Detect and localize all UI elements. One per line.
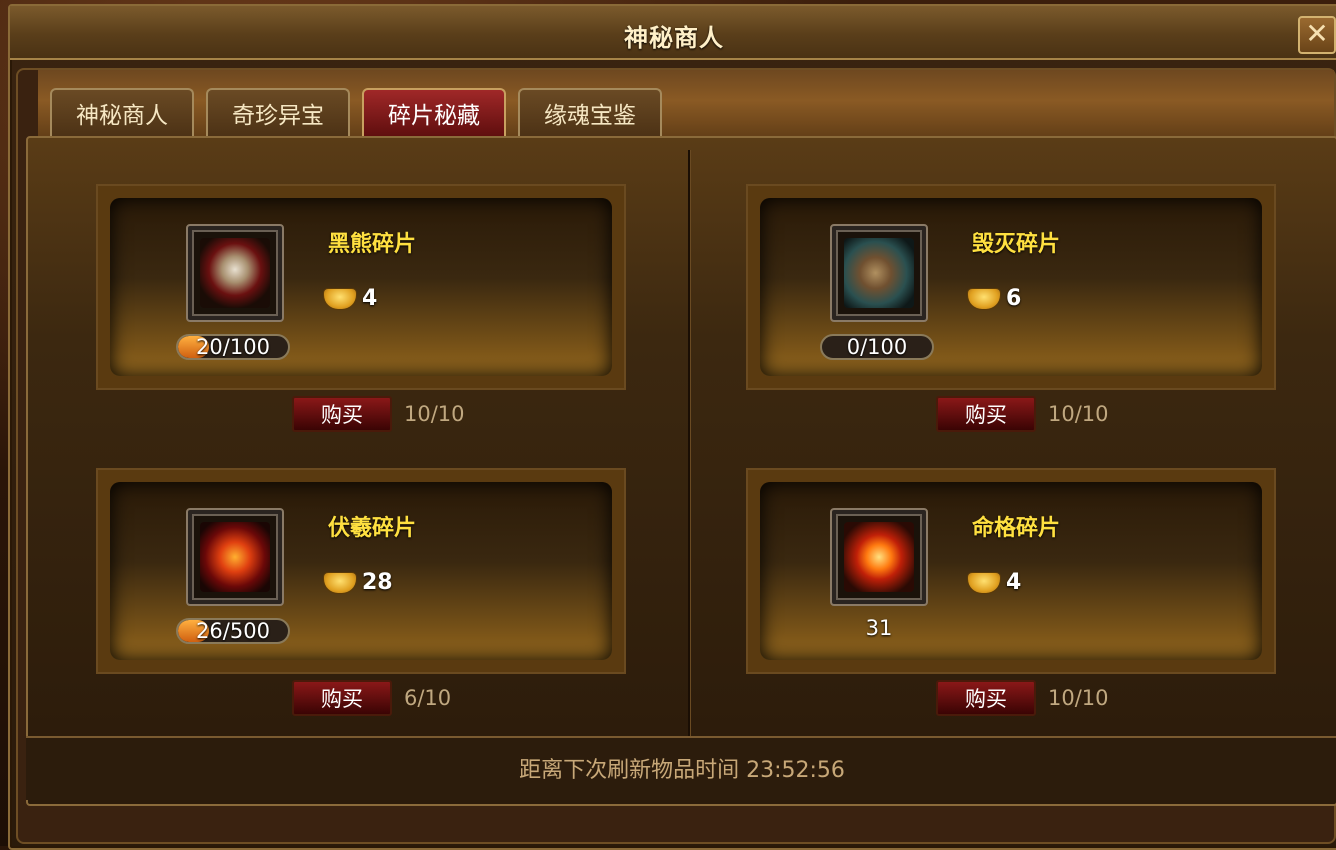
item-name: 命格碎片 bbox=[972, 516, 1061, 541]
item-slot[interactable] bbox=[186, 508, 284, 606]
flame-swirl-icon bbox=[844, 522, 914, 592]
buy-button[interactable]: 购买 bbox=[936, 396, 1036, 432]
window-title: 神秘商人 bbox=[624, 24, 724, 52]
refresh-footer: 距离下次刷新物品时间 23:52:56 bbox=[26, 736, 1336, 800]
column-divider bbox=[688, 150, 690, 740]
shop-item-card: 黑熊碎片 4 20/100 bbox=[96, 184, 626, 390]
owned-count: 31 bbox=[865, 616, 893, 640]
buy-row: 购买 6/10 bbox=[292, 680, 451, 716]
close-button[interactable]: ✕ bbox=[1298, 16, 1336, 54]
buy-button[interactable]: 购买 bbox=[936, 680, 1036, 716]
price-value: 4 bbox=[1006, 570, 1022, 595]
purchase-limit: 10/10 bbox=[1048, 402, 1109, 426]
fuxi-armor-icon bbox=[200, 522, 270, 592]
close-icon: ✕ bbox=[1305, 17, 1329, 50]
tab-mysterious-merchant[interactable]: 神秘商人 bbox=[50, 88, 194, 140]
item-price: 4 bbox=[968, 570, 1021, 595]
buy-button[interactable]: 购买 bbox=[292, 396, 392, 432]
item-name: 伏羲碎片 bbox=[328, 516, 417, 541]
gold-ingot-icon bbox=[968, 572, 1000, 593]
buy-button[interactable]: 购买 bbox=[292, 680, 392, 716]
purchase-limit: 10/10 bbox=[1048, 686, 1109, 710]
shop-item-card: 伏羲碎片 28 26/500 bbox=[96, 468, 626, 674]
tab-fragment-vault[interactable]: 碎片秘藏 bbox=[362, 88, 506, 140]
shop-content: 黑熊碎片 4 20/100 购买 10/10 毁灭碎片 6 0/100 购买 1… bbox=[26, 136, 1336, 806]
buy-row: 购买 10/10 bbox=[936, 396, 1109, 432]
progress-text: 20/100 bbox=[196, 335, 270, 359]
fragment-progress-bar: 20/100 bbox=[176, 334, 290, 360]
progress-text: 26/500 bbox=[196, 619, 270, 643]
item-slot[interactable] bbox=[186, 224, 284, 322]
buy-row: 购买 10/10 bbox=[936, 680, 1109, 716]
tab-rare-treasures[interactable]: 奇珍异宝 bbox=[206, 88, 350, 140]
gold-ingot-icon bbox=[324, 572, 356, 593]
bear-mask-icon bbox=[200, 238, 270, 308]
item-slot[interactable] bbox=[830, 224, 928, 322]
purchase-limit: 6/10 bbox=[404, 686, 452, 710]
item-price: 6 bbox=[968, 286, 1021, 311]
price-value: 6 bbox=[1006, 286, 1022, 311]
refresh-timer-text: 距离下次刷新物品时间 23:52:56 bbox=[519, 758, 845, 783]
buy-row: 购买 10/10 bbox=[292, 396, 465, 432]
item-slot[interactable] bbox=[830, 508, 928, 606]
tab-soul-catalog[interactable]: 缘魂宝鉴 bbox=[518, 88, 662, 140]
gold-ingot-icon bbox=[324, 288, 356, 309]
price-value: 28 bbox=[362, 570, 393, 595]
item-price: 28 bbox=[324, 570, 393, 595]
shop-item-card: 命格碎片 4 31 bbox=[746, 468, 1276, 674]
fragment-progress-bar: 26/500 bbox=[176, 618, 290, 644]
shop-item-card: 毁灭碎片 6 0/100 bbox=[746, 184, 1276, 390]
item-name: 黑熊碎片 bbox=[328, 232, 417, 257]
gold-ingot-icon bbox=[968, 288, 1000, 309]
price-value: 4 bbox=[362, 286, 378, 311]
purchase-limit: 10/10 bbox=[404, 402, 465, 426]
progress-text: 0/100 bbox=[846, 335, 908, 359]
title-bar: 神秘商人 ✕ bbox=[10, 6, 1336, 60]
bell-icon bbox=[844, 238, 914, 308]
item-price: 4 bbox=[324, 286, 377, 311]
mysterious-merchant-window: 神秘商人 ✕ 神秘商人 奇珍异宝 碎片秘藏 缘魂宝鉴 黑熊碎片 4 20/100 bbox=[8, 4, 1336, 850]
item-name: 毁灭碎片 bbox=[972, 232, 1061, 257]
fragment-progress-bar: 0/100 bbox=[820, 334, 934, 360]
